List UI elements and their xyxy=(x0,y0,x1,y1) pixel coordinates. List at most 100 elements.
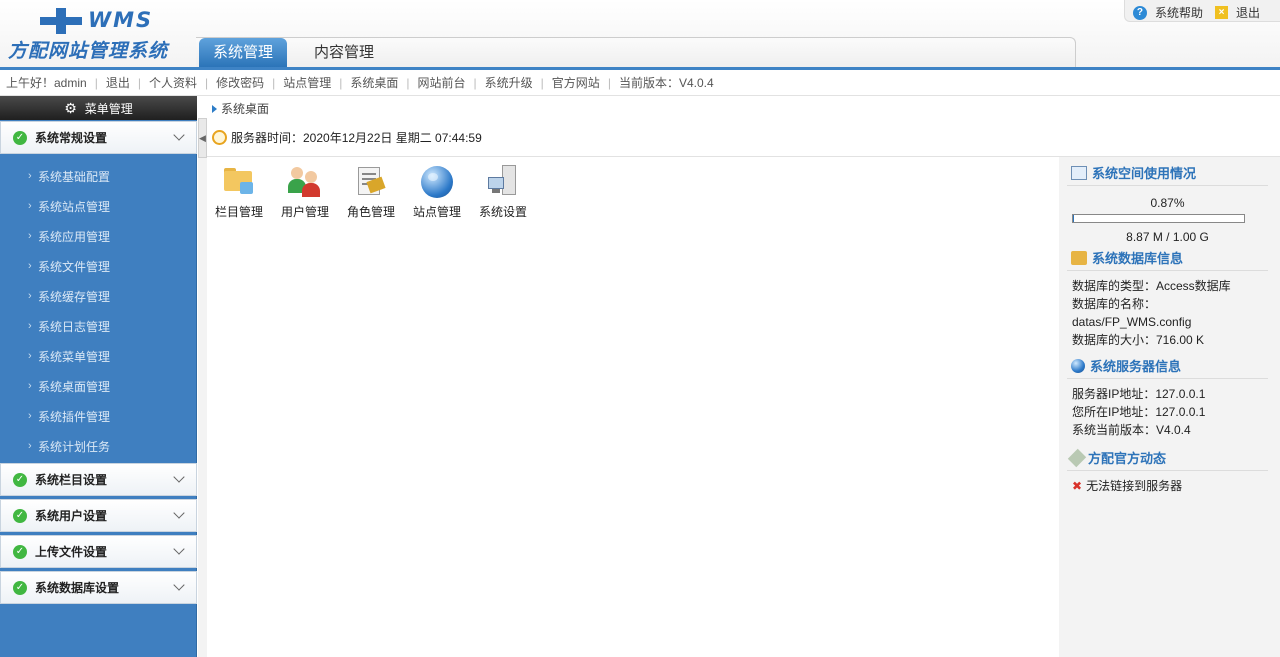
nav-system-upgrade[interactable]: 系统升级 xyxy=(485,74,533,91)
check-icon: ✓ xyxy=(13,130,27,145)
sidebar-item-log-management[interactable]: 系统日志管理 xyxy=(28,318,110,335)
clock-icon xyxy=(212,130,227,145)
quick-link-label: 用户管理 xyxy=(280,205,329,219)
client-ip: 您所在IP地址：127.0.0.1 xyxy=(1072,405,1206,419)
nav-logout[interactable]: 退出 xyxy=(106,74,130,91)
database-icon xyxy=(1071,250,1087,265)
help-link[interactable]: 系统帮助 xyxy=(1155,4,1203,21)
db-name-label: 数据库的名称： xyxy=(1072,297,1157,311)
check-icon: ✓ xyxy=(13,508,27,523)
nav-official-site[interactable]: 官方网站 xyxy=(552,74,600,91)
quick-link-label: 角色管理 xyxy=(346,205,395,219)
space-usage-amount: 8.87 M / 1.00 G xyxy=(1126,230,1209,244)
news-error-text: 无法链接到服务器 xyxy=(1086,479,1183,493)
sidebar-group-label: 系统用户设置 xyxy=(35,509,108,523)
nav-site-management[interactable]: 站点管理 xyxy=(283,74,331,91)
sidebar-collapse-handle[interactable]: ◀ xyxy=(198,118,207,158)
db-info-card: 系统数据库信息 数据库的类型：Access数据库 数据库的名称： datas/F… xyxy=(1067,245,1268,349)
logout-icon[interactable]: × xyxy=(1214,6,1228,19)
breadcrumb: 系统桌面 xyxy=(212,100,269,117)
app-header: WMS 方配网站管理系统 ? 系统帮助 × 退出 系统管理 内容管理 xyxy=(0,0,1280,67)
sidebar-group-label: 系统栏目设置 xyxy=(35,473,108,487)
users-icon xyxy=(288,165,322,199)
chevron-down-icon xyxy=(173,543,185,555)
sidebar-group-users[interactable]: ✓ 系统用户设置 xyxy=(0,499,197,532)
sidebar-group-database[interactable]: ✓ 系统数据库设置 xyxy=(0,571,197,604)
news-card: 方配官方动态 ✖ 无法链接到服务器 xyxy=(1067,445,1268,495)
quick-link-users[interactable]: 用户管理 xyxy=(275,165,335,220)
quick-link-settings[interactable]: 系统设置 xyxy=(473,165,533,220)
logo[interactable]: WMS 方配网站管理系统 xyxy=(8,6,193,62)
server-info-title-text: 系统服务器信息 xyxy=(1090,359,1182,374)
chevron-down-icon xyxy=(173,507,185,519)
nav-version: 当前版本：V4.0.4 xyxy=(618,76,714,90)
space-usage-percent: 0.87% xyxy=(1150,196,1185,210)
sidebar-item-basic-config[interactable]: 系统基础配置 xyxy=(28,168,110,185)
main-content: 栏目管理 用户管理 角色管理 站点管理 系统设置 xyxy=(207,157,1059,657)
sidebar-header: ⚙ 菜单管理 xyxy=(0,96,197,120)
folder-icon xyxy=(222,165,256,199)
space-usage-fill xyxy=(1073,215,1075,222)
sidebar-group-general[interactable]: ✓ 系统常规设置 xyxy=(0,121,197,154)
server-ip: 服务器IP地址：127.0.0.1 xyxy=(1072,387,1206,401)
server-time-text: 服务器时间：2020年12月22日 星期二 07:44:59 xyxy=(231,131,482,145)
quick-link-label: 站点管理 xyxy=(412,205,461,219)
sidebar-group-label: 系统数据库设置 xyxy=(35,581,120,595)
quick-link-columns[interactable]: 栏目管理 xyxy=(209,165,269,220)
sidebar-item-app-management[interactable]: 系统应用管理 xyxy=(28,228,110,245)
top-links: ? 系统帮助 × 退出 xyxy=(1132,4,1260,21)
sidebar-item-scheduled-tasks[interactable]: 系统计划任务 xyxy=(28,438,110,455)
news-error: ✖ 无法链接到服务器 xyxy=(1072,477,1268,495)
system-version: 系统当前版本：V4.0.4 xyxy=(1072,423,1191,437)
space-usage-bar xyxy=(1072,214,1245,223)
sidebar-item-file-management[interactable]: 系统文件管理 xyxy=(28,258,110,275)
quick-link-roles[interactable]: 角色管理 xyxy=(341,165,401,220)
db-name-value: datas/FP_WMS.config xyxy=(1072,315,1192,329)
sidebar-item-menu-management[interactable]: 系统菜单管理 xyxy=(28,348,110,365)
logo-subtitle: 方配网站管理系统 xyxy=(8,41,169,62)
db-size: 数据库的大小：716.00 K xyxy=(1072,333,1205,347)
quick-link-label: 栏目管理 xyxy=(214,205,263,219)
tab-content-management[interactable]: 内容管理 xyxy=(298,38,390,67)
tag-icon xyxy=(1067,448,1087,467)
globe-icon xyxy=(420,165,454,199)
chevron-down-icon xyxy=(173,471,185,483)
logo-brand: WMS xyxy=(88,8,154,32)
chart-icon xyxy=(1071,165,1087,180)
server-icon xyxy=(486,165,520,199)
sidebar-group-columns[interactable]: ✓ 系统栏目设置 xyxy=(0,463,197,496)
nav-profile[interactable]: 个人资料 xyxy=(149,74,197,91)
sidebar-group-label: 上传文件设置 xyxy=(35,545,108,559)
db-info-title: 系统数据库信息 xyxy=(1067,245,1268,271)
space-usage-title-text: 系统空间使用情况 xyxy=(1092,166,1197,181)
logo-mark-icon xyxy=(40,8,82,34)
breadcrumb-label: 系统桌面 xyxy=(221,102,270,116)
nav-site-frontend[interactable]: 网站前台 xyxy=(418,74,466,91)
news-title-text: 方配官方动态 xyxy=(1088,451,1167,466)
logout-link[interactable]: 退出 xyxy=(1236,4,1260,21)
sidebar-item-desktop-management[interactable]: 系统桌面管理 xyxy=(28,378,110,395)
greeting: 上午好！admin xyxy=(6,76,87,90)
nav-change-password[interactable]: 修改密码 xyxy=(216,74,264,91)
nav-strip: 上午好！admin | 退出 | 个人资料 | 修改密码 | 站点管理 | 系统桌面 | 网… xyxy=(0,67,1280,96)
db-type: 数据库的类型：Access数据库 xyxy=(1072,279,1231,293)
sidebar-item-site-management[interactable]: 系统站点管理 xyxy=(28,198,110,215)
nav-system-desktop[interactable]: 系统桌面 xyxy=(350,74,398,91)
sidebar-item-plugin-management[interactable]: 系统插件管理 xyxy=(28,408,110,425)
sidebar-item-cache-management[interactable]: 系统缓存管理 xyxy=(28,288,110,305)
role-icon xyxy=(354,165,388,199)
tab-system-management[interactable]: 系统管理 xyxy=(199,38,287,67)
globe-icon xyxy=(1071,358,1085,373)
check-icon: ✓ xyxy=(13,580,27,595)
triangle-right-icon xyxy=(212,105,217,113)
gear-icon: ⚙ xyxy=(64,100,77,116)
sidebar: ⚙ 菜单管理 ✓ 系统常规设置 系统基础配置 系统站点管理 系统应用管理 系统文件… xyxy=(0,96,197,657)
space-usage-card: 系统空间使用情况 0.87% 8.87 M / 1.00 G xyxy=(1067,160,1268,246)
space-usage-title: 系统空间使用情况 xyxy=(1067,160,1268,186)
chevron-down-icon xyxy=(173,129,185,141)
help-icon[interactable]: ? xyxy=(1132,5,1147,20)
chevron-down-icon xyxy=(173,579,185,591)
sidebar-group-upload[interactable]: ✓ 上传文件设置 xyxy=(0,535,197,568)
sidebar-group-label: 系统常规设置 xyxy=(35,131,108,145)
quick-link-sites[interactable]: 站点管理 xyxy=(407,165,467,220)
